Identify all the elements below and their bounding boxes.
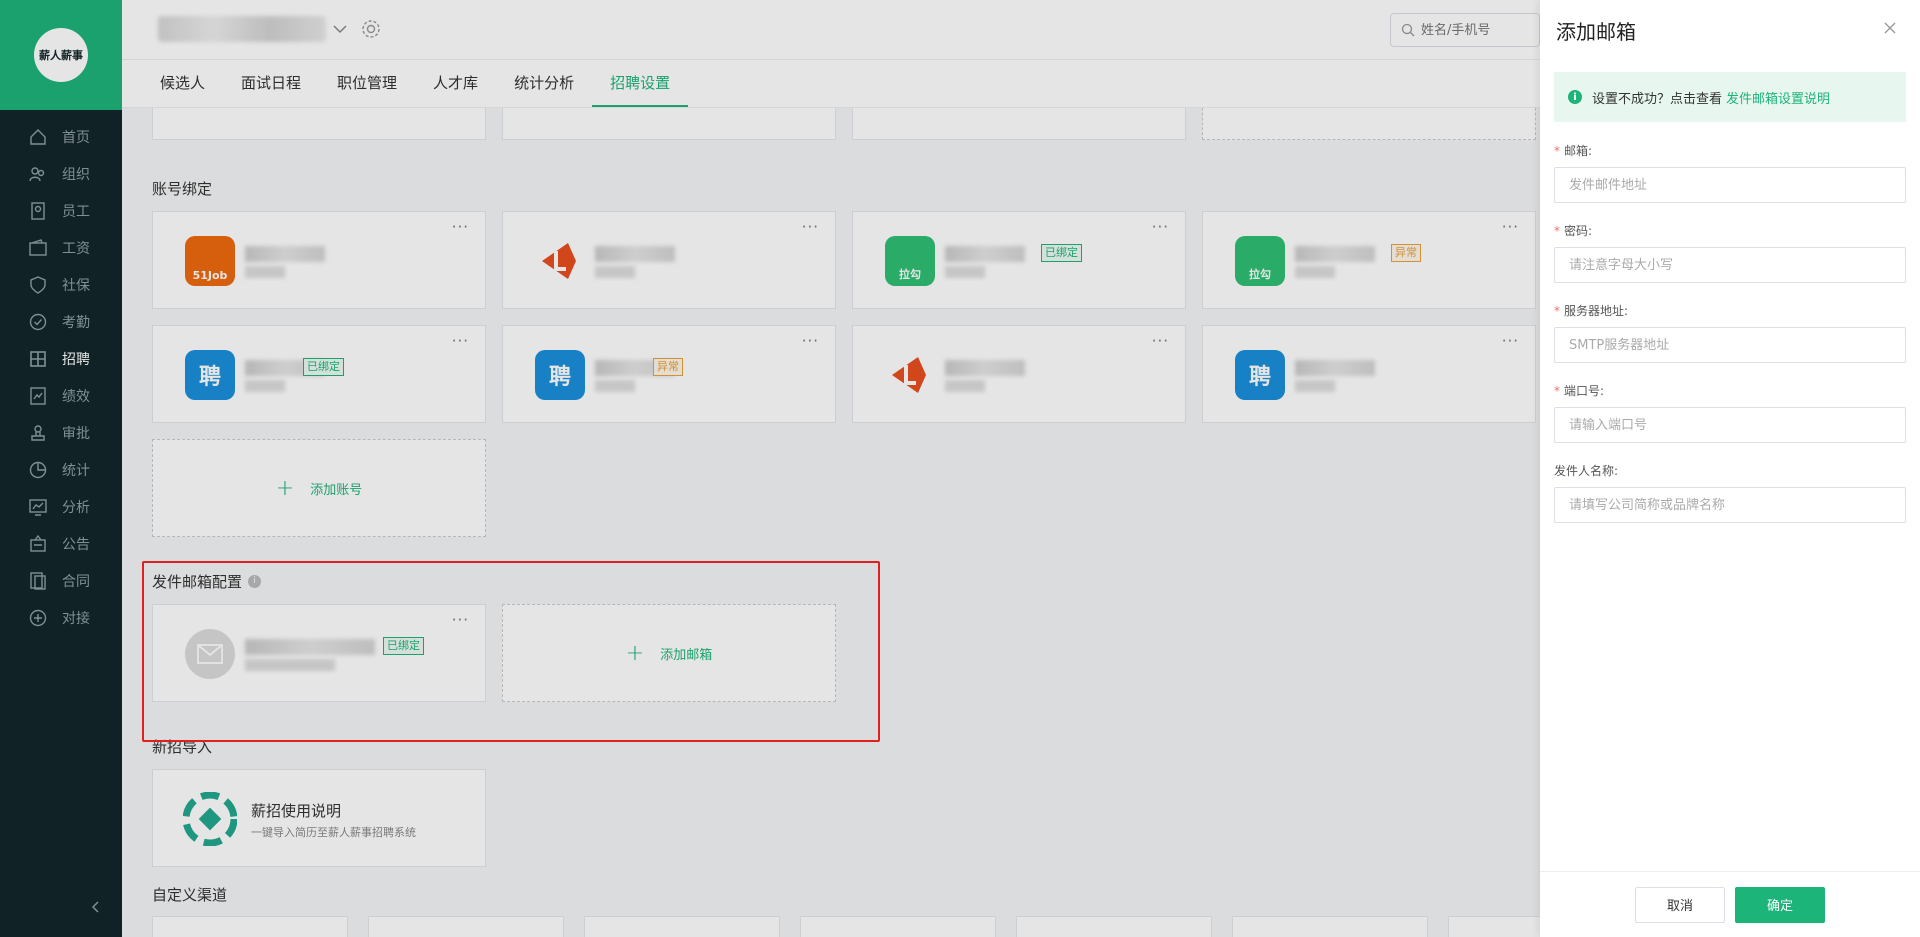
field-label: * 服务器地址: [1554, 302, 1906, 319]
field-label: * 邮箱: [1554, 142, 1906, 159]
port-field[interactable] [1554, 407, 1906, 443]
form-item: * 邮箱: [1554, 142, 1906, 203]
field-label-text: 密码: [1564, 224, 1593, 238]
info-icon: i [1568, 90, 1582, 104]
confirm-button[interactable]: 确定 [1735, 886, 1825, 923]
field-label: 发件人名称: [1554, 462, 1906, 479]
field-label-text: 邮箱: [1564, 144, 1593, 158]
field-label-text: 服务器地址: [1564, 304, 1629, 318]
smtp-server-field[interactable] [1554, 327, 1906, 363]
required-mark: * [1554, 304, 1560, 318]
mail-setup-guide-link[interactable]: 发件邮箱设置说明 [1726, 88, 1830, 107]
close-icon[interactable] [1882, 20, 1898, 36]
email-field[interactable] [1554, 167, 1906, 203]
form-item: * 服务器地址: [1554, 302, 1906, 363]
alert-text: 设置不成功？点击查看 [1592, 91, 1723, 107]
field-label-text: 发件人名称: [1554, 464, 1619, 478]
modal-mask[interactable] [0, 0, 1540, 937]
required-mark: * [1554, 224, 1560, 238]
cancel-button[interactable]: 取消 [1635, 886, 1725, 923]
form-item: * 密码: [1554, 222, 1906, 283]
field-label: * 端口号: [1554, 382, 1906, 399]
drawer-footer: 取消 确定 [1540, 871, 1920, 937]
sender-name-field[interactable] [1554, 487, 1906, 523]
password-field[interactable] [1554, 247, 1906, 283]
required-mark: * [1554, 144, 1560, 158]
field-label-text: 端口号: [1564, 384, 1605, 398]
add-mail-drawer: 添加邮箱 i 设置不成功？点击查看 发件邮箱设置说明 * 邮箱: * 密码: * 服务器地… [1540, 0, 1920, 937]
drawer-title: 添加邮箱 [1556, 20, 1636, 44]
highlight-box [142, 561, 880, 742]
form-item: 发件人名称: [1554, 462, 1906, 523]
required-mark: * [1554, 384, 1560, 398]
form-item: * 端口号: [1554, 382, 1906, 443]
field-label: * 密码: [1554, 222, 1906, 239]
info-alert: i 设置不成功？点击查看 发件邮箱设置说明 [1554, 72, 1906, 122]
